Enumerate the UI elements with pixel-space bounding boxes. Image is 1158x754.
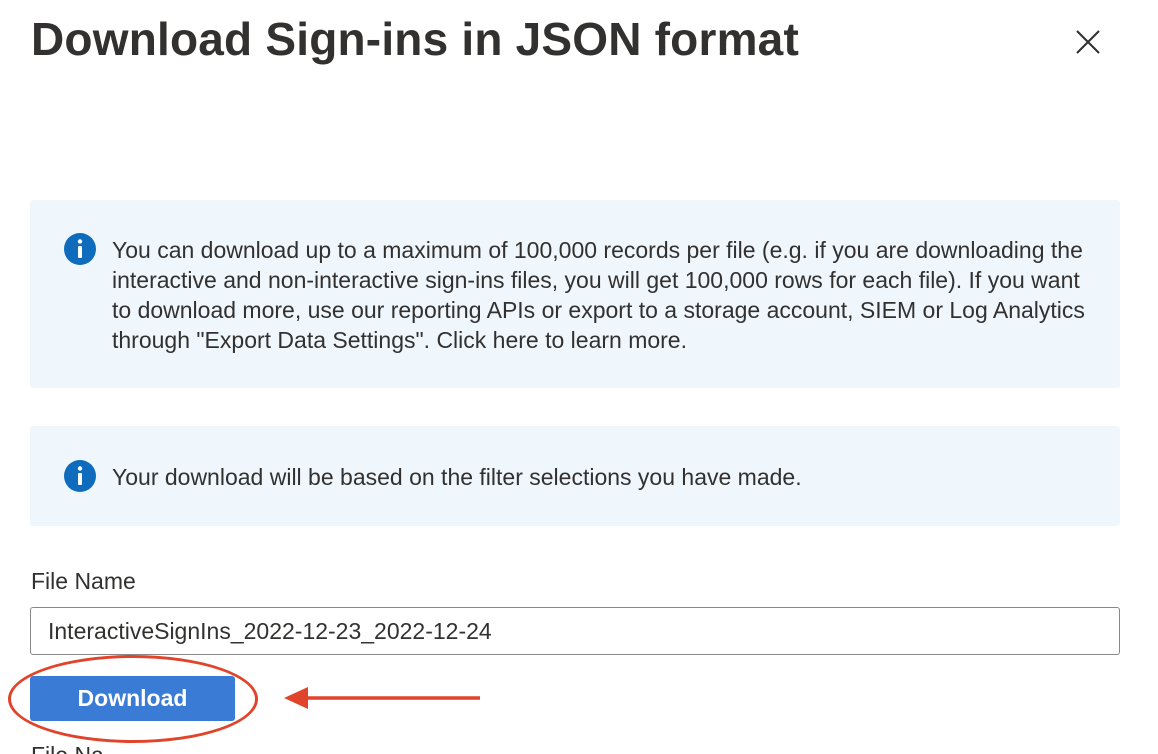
download-button[interactable]: Download xyxy=(30,676,235,721)
info-banner-text: Your download will be based on the filte… xyxy=(112,464,802,490)
info-banner-text: You can download up to a maximum of 100,… xyxy=(112,237,1085,353)
file-name-label: File Name xyxy=(31,568,136,594)
info-banner-filter: Your download will be based on the filte… xyxy=(30,426,1120,526)
download-signins-panel: Download Sign-ins in JSON format You can… xyxy=(0,0,1158,754)
info-icon xyxy=(64,233,96,265)
info-icon xyxy=(64,460,96,492)
partial-field-label: File Na xyxy=(31,742,104,754)
close-icon xyxy=(1076,30,1100,54)
info-banner-record-limit: You can download up to a maximum of 100,… xyxy=(30,200,1120,388)
close-button[interactable] xyxy=(1070,24,1106,60)
callout-arrow xyxy=(284,687,480,709)
panel-title: Download Sign-ins in JSON format xyxy=(31,13,799,65)
file-name-input[interactable] xyxy=(30,607,1120,655)
